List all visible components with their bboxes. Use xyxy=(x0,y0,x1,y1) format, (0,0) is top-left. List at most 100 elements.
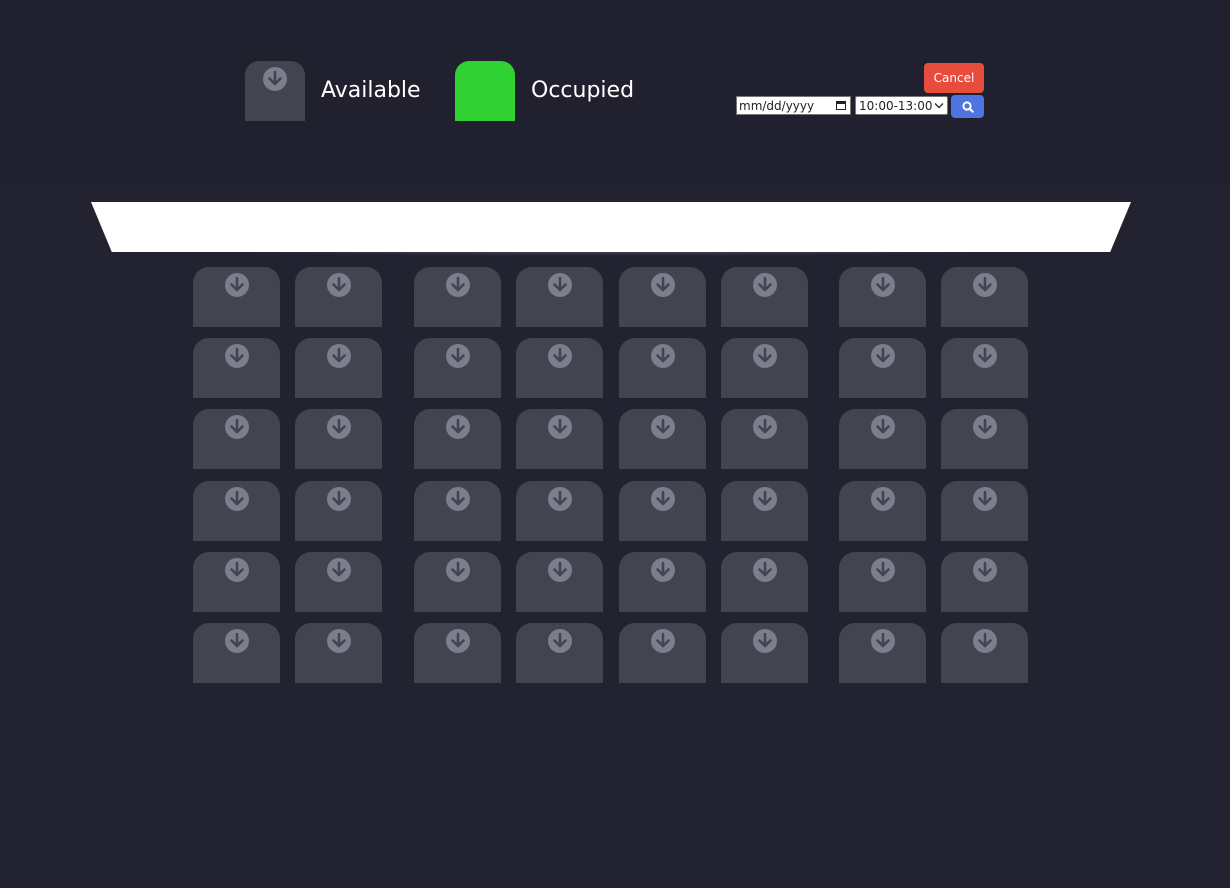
seat[interactable] xyxy=(941,267,1028,327)
seat[interactable] xyxy=(721,623,808,683)
seat[interactable] xyxy=(516,267,603,327)
seat[interactable] xyxy=(839,481,926,541)
seat[interactable] xyxy=(414,267,501,327)
arrow-down-circle-icon xyxy=(870,344,895,368)
cinema-screen xyxy=(91,202,1131,252)
arrow-down-circle-icon xyxy=(326,487,351,511)
arrow-down-circle-icon xyxy=(445,629,470,653)
seat[interactable] xyxy=(619,481,706,541)
legend-available: Available xyxy=(245,61,421,121)
seat[interactable] xyxy=(516,409,603,469)
seat[interactable] xyxy=(721,409,808,469)
seat[interactable] xyxy=(941,552,1028,612)
arrow-down-circle-icon xyxy=(224,415,249,439)
arrow-down-circle-icon xyxy=(972,487,997,511)
arrow-down-circle-icon xyxy=(650,558,675,582)
arrow-down-circle-icon xyxy=(752,344,777,368)
arrow-down-circle-icon xyxy=(972,344,997,368)
seat[interactable] xyxy=(193,409,280,469)
arrow-down-circle-icon xyxy=(650,415,675,439)
arrow-down-circle-icon xyxy=(752,415,777,439)
seat[interactable] xyxy=(941,481,1028,541)
arrow-down-circle-icon xyxy=(445,273,470,297)
seat[interactable] xyxy=(295,481,382,541)
seat[interactable] xyxy=(414,338,501,398)
seat[interactable] xyxy=(516,338,603,398)
arrow-down-circle-icon xyxy=(224,629,249,653)
seat[interactable] xyxy=(295,623,382,683)
seat[interactable] xyxy=(193,481,280,541)
arrow-down-circle-icon xyxy=(547,558,572,582)
date-placeholder: mm/dd/yyyy xyxy=(739,98,815,113)
seat[interactable] xyxy=(414,552,501,612)
arrow-down-circle-icon xyxy=(870,487,895,511)
arrow-down-circle-icon xyxy=(972,558,997,582)
seat[interactable] xyxy=(295,409,382,469)
seat[interactable] xyxy=(839,267,926,327)
arrow-down-circle-icon xyxy=(326,344,351,368)
seat[interactable] xyxy=(193,267,280,327)
seat[interactable] xyxy=(295,552,382,612)
seat[interactable] xyxy=(941,409,1028,469)
arrow-down-circle-icon xyxy=(224,273,249,297)
arrow-down-circle-icon xyxy=(870,629,895,653)
seat[interactable] xyxy=(721,267,808,327)
legend-seat-available xyxy=(245,61,305,121)
legend-occupied-label: Occupied xyxy=(531,78,635,103)
seat[interactable] xyxy=(295,338,382,398)
arrow-down-circle-icon xyxy=(972,415,997,439)
seat[interactable] xyxy=(193,338,280,398)
arrow-down-circle-icon xyxy=(650,487,675,511)
arrow-down-circle-icon xyxy=(870,273,895,297)
arrow-down-circle-icon xyxy=(224,558,249,582)
seat[interactable] xyxy=(414,623,501,683)
arrow-down-circle-icon xyxy=(547,629,572,653)
arrow-down-circle-icon xyxy=(326,415,351,439)
arrow-down-circle-icon xyxy=(972,273,997,297)
screen-glow xyxy=(100,246,1122,256)
date-input[interactable]: mm/dd/yyyy xyxy=(736,96,851,115)
arrow-down-circle-icon xyxy=(752,629,777,653)
seat[interactable] xyxy=(941,623,1028,683)
arrow-down-circle-icon xyxy=(650,273,675,297)
seat[interactable] xyxy=(193,623,280,683)
seat[interactable] xyxy=(414,481,501,541)
seat[interactable] xyxy=(721,338,808,398)
seat[interactable] xyxy=(619,338,706,398)
seat[interactable] xyxy=(839,338,926,398)
header: Available Occupied Cancel mm/dd/yyyy 10:… xyxy=(0,0,1230,186)
seat[interactable] xyxy=(839,409,926,469)
seat[interactable] xyxy=(721,481,808,541)
arrow-down-circle-icon xyxy=(445,344,470,368)
arrow-down-circle-icon xyxy=(224,487,249,511)
time-slot-select[interactable]: 10:00-13:00 xyxy=(855,96,948,115)
seat[interactable] xyxy=(414,409,501,469)
seat[interactable] xyxy=(619,552,706,612)
arrow-down-circle-icon xyxy=(547,487,572,511)
seat[interactable] xyxy=(619,267,706,327)
seat[interactable] xyxy=(839,552,926,612)
arrow-down-circle-icon xyxy=(547,415,572,439)
arrow-down-circle-icon xyxy=(870,558,895,582)
seat[interactable] xyxy=(193,552,280,612)
arrow-down-circle-icon xyxy=(326,558,351,582)
seat[interactable] xyxy=(516,623,603,683)
seat[interactable] xyxy=(839,623,926,683)
calendar-icon[interactable] xyxy=(836,101,846,110)
time-slot-value: 10:00-13:00 xyxy=(859,98,933,113)
arrow-down-circle-icon xyxy=(547,273,572,297)
arrow-down-circle-icon xyxy=(263,67,287,91)
legend-occupied: Occupied xyxy=(455,61,634,121)
arrow-down-circle-icon xyxy=(752,558,777,582)
seat[interactable] xyxy=(619,409,706,469)
cancel-button[interactable]: Cancel xyxy=(924,63,984,93)
seat[interactable] xyxy=(721,552,808,612)
arrow-down-circle-icon xyxy=(326,273,351,297)
search-button[interactable] xyxy=(951,95,984,118)
seat[interactable] xyxy=(516,552,603,612)
seat[interactable] xyxy=(516,481,603,541)
seat[interactable] xyxy=(619,623,706,683)
seat[interactable] xyxy=(941,338,1028,398)
chevron-down-icon xyxy=(934,103,944,109)
seat[interactable] xyxy=(295,267,382,327)
